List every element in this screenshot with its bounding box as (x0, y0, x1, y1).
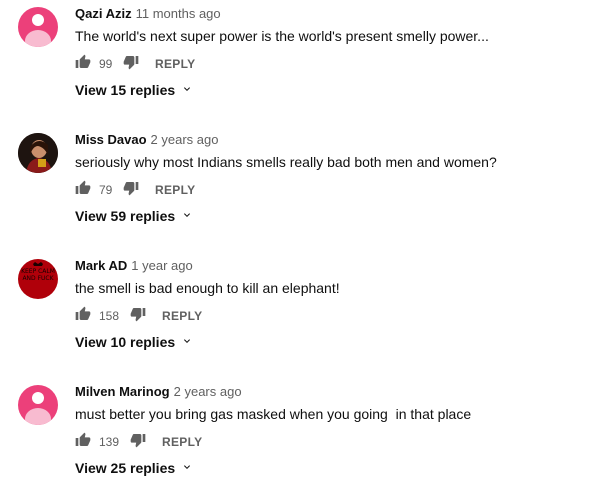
chevron-down-icon (181, 332, 193, 352)
reply-button[interactable]: REPLY (162, 309, 202, 323)
view-replies-button[interactable]: View 15 replies (75, 80, 193, 100)
chevron-down-icon (181, 206, 193, 226)
comment-time[interactable]: 2 years ago (174, 384, 242, 399)
comment-text: must better you bring gas masked when yo… (75, 406, 472, 422)
comment-text: the smell is bad enough to kill an eleph… (75, 280, 340, 296)
reply-button[interactable]: REPLY (162, 435, 202, 449)
reply-button[interactable]: REPLY (155, 183, 195, 197)
comment-header: Miss Davao 2 years ago (75, 132, 218, 148)
avatar-body (25, 408, 51, 425)
comment-actions: 139 REPLY (75, 430, 202, 454)
comment-text: seriously why most Indians smells really… (75, 154, 497, 170)
thumb-up-icon[interactable] (75, 180, 91, 201)
comment-time[interactable]: 11 months ago (136, 6, 221, 21)
avatar-head (32, 392, 44, 404)
view-replies-label: View 25 replies (75, 460, 176, 476)
like-count: 79 (99, 183, 113, 197)
avatar[interactable] (18, 133, 58, 173)
avatar-head (32, 14, 44, 26)
thumb-down-icon[interactable] (130, 432, 146, 453)
chevron-down-icon (181, 458, 193, 478)
thumb-down-icon[interactable] (123, 180, 139, 201)
avatar-body (25, 30, 51, 47)
comment-text: The world's next super power is the worl… (75, 28, 489, 44)
view-replies-button[interactable]: View 59 replies (75, 206, 193, 226)
avatar-photo (18, 133, 58, 173)
comment-actions: 99 REPLY (75, 52, 195, 76)
comment-time[interactable]: 2 years ago (151, 132, 219, 147)
avatar[interactable] (18, 7, 58, 47)
comment-header: Qazi Aziz 11 months ago (75, 6, 221, 22)
like-count: 139 (99, 435, 120, 449)
thumb-up-icon[interactable] (75, 432, 91, 453)
thumb-down-icon[interactable] (123, 54, 139, 75)
avatar-caption: KEEP CALM AND FUCK (21, 268, 55, 282)
author-name[interactable]: Mark AD (75, 258, 127, 273)
chevron-down-icon (181, 80, 193, 100)
comment-actions: 158 REPLY (75, 304, 202, 328)
like-count: 99 (99, 57, 113, 71)
avatar[interactable] (18, 385, 58, 425)
author-name[interactable]: Milven Marinog (75, 384, 170, 399)
comment-thread: Miss Davao 2 years ago seriously why most… (0, 126, 613, 252)
view-replies-label: View 15 replies (75, 82, 176, 98)
view-replies-button[interactable]: View 10 replies (75, 332, 193, 352)
thumb-up-icon[interactable] (75, 306, 91, 327)
author-name[interactable]: Qazi Aziz (75, 6, 132, 21)
reply-button[interactable]: REPLY (155, 57, 195, 71)
comment-thread: Qazi Aziz 11 months ago The world's next … (0, 0, 613, 126)
view-replies-label: View 59 replies (75, 208, 176, 224)
comment-time[interactable]: 1 year ago (131, 258, 192, 273)
view-replies-button[interactable]: View 25 replies (75, 458, 193, 478)
comment-thread: KEEP CALM AND FUCK Mark AD 1 year ago the… (0, 252, 613, 378)
comment-header: Mark AD 1 year ago (75, 258, 193, 274)
thumb-up-icon[interactable] (75, 54, 91, 75)
comment-actions: 79 REPLY (75, 178, 195, 202)
view-replies-label: View 10 replies (75, 334, 176, 350)
comment-thread: Milven Marinog 2 years ago must better yo… (0, 378, 613, 504)
like-count: 158 (99, 309, 120, 323)
thumb-down-icon[interactable] (130, 306, 146, 327)
author-name[interactable]: Miss Davao (75, 132, 147, 147)
comment-header: Milven Marinog 2 years ago (75, 384, 242, 400)
avatar[interactable]: KEEP CALM AND FUCK (18, 259, 58, 299)
